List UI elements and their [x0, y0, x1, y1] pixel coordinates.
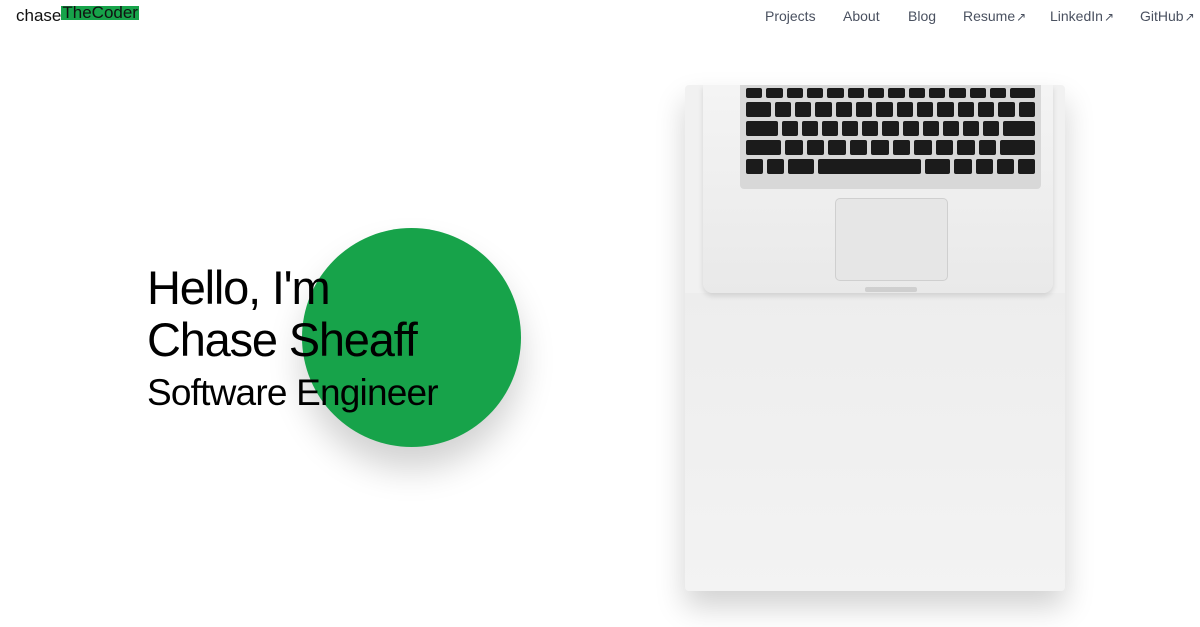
laptop-trackpad [835, 198, 948, 281]
laptop-lid-area [685, 293, 1065, 591]
hero-name: Chase Sheaff [147, 313, 418, 366]
laptop-hinge [865, 287, 917, 292]
nav-projects-link[interactable]: Projects [765, 7, 816, 25]
nav-github-link[interactable]: GitHub↗ [1140, 7, 1195, 26]
nav-resume-link[interactable]: Resume↗ [963, 7, 1026, 26]
nav-linkedin-link[interactable]: LinkedIn↗ [1050, 7, 1114, 26]
laptop-image [685, 85, 1065, 591]
laptop-body [703, 85, 1053, 293]
nav-blog-link[interactable]: Blog [908, 7, 936, 25]
hero-greeting: Hello, I'm [147, 261, 331, 314]
hero-role: Software Engineer [147, 372, 439, 413]
laptop-keyboard [740, 85, 1041, 189]
nav-about-link[interactable]: About [843, 7, 880, 25]
logo-prefix: chase [16, 6, 62, 25]
external-link-icon: ↗ [1103, 10, 1114, 24]
hero-section: Hello, I'm Chase Sheaff Software Enginee… [147, 262, 567, 414]
external-link-icon: ↗ [1184, 10, 1195, 24]
site-logo[interactable]: chaseTheCoder [16, 3, 139, 26]
logo-highlight: TheCoder [61, 3, 139, 22]
external-link-icon: ↗ [1016, 10, 1027, 24]
